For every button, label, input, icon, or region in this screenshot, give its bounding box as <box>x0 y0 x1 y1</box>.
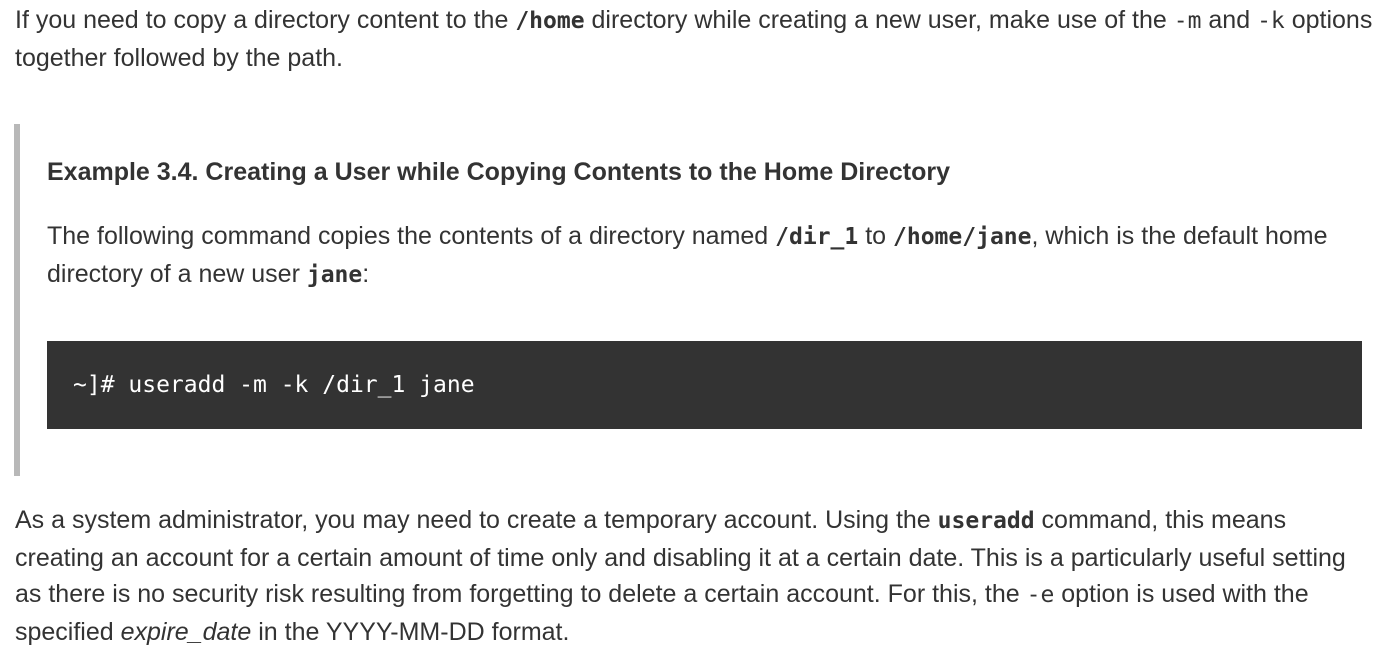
home-path: /home <box>515 8 585 34</box>
example-title: Example 3.4. Creating a User while Copyi… <box>47 158 950 186</box>
intro-paragraph: If you need to copy a directory content … <box>15 2 1375 76</box>
intro-text-1: If you need to copy a directory content … <box>15 6 516 34</box>
username-jane: jane <box>306 261 363 288</box>
intro-text-2: directory while creating a new user, mak… <box>584 6 1174 34</box>
expire-date-term: expire_date <box>120 617 252 646</box>
option-k: -k <box>1257 8 1285 34</box>
expire-text-1: As a system administrator, you may need … <box>15 506 938 534</box>
option-e: -e <box>1026 582 1055 608</box>
intro-text-3: and <box>1201 6 1258 34</box>
example-block: Example 3.4. Creating a User while Copyi… <box>14 124 1362 476</box>
option-m: -m <box>1173 8 1202 34</box>
home-jane-path: /home/jane <box>893 224 1032 250</box>
code-block: ~]# useradd -m -k /dir_1 jane <box>47 341 1362 429</box>
example-desc-text-1: The following command copies the content… <box>47 222 776 250</box>
example-description: The following command copies the content… <box>47 218 1367 293</box>
dir-path: /dir_1 <box>775 224 859 250</box>
example-desc-text-2: to <box>858 222 894 250</box>
useradd-command: useradd <box>937 508 1035 534</box>
example-desc-text-4: : <box>362 259 370 288</box>
code-command: ~]# useradd -m -k /dir_1 jane <box>73 372 475 398</box>
expire-text-4: in the YYYY-MM-DD format. <box>251 617 570 646</box>
expire-paragraph: As a system administrator, you may need … <box>15 502 1377 650</box>
